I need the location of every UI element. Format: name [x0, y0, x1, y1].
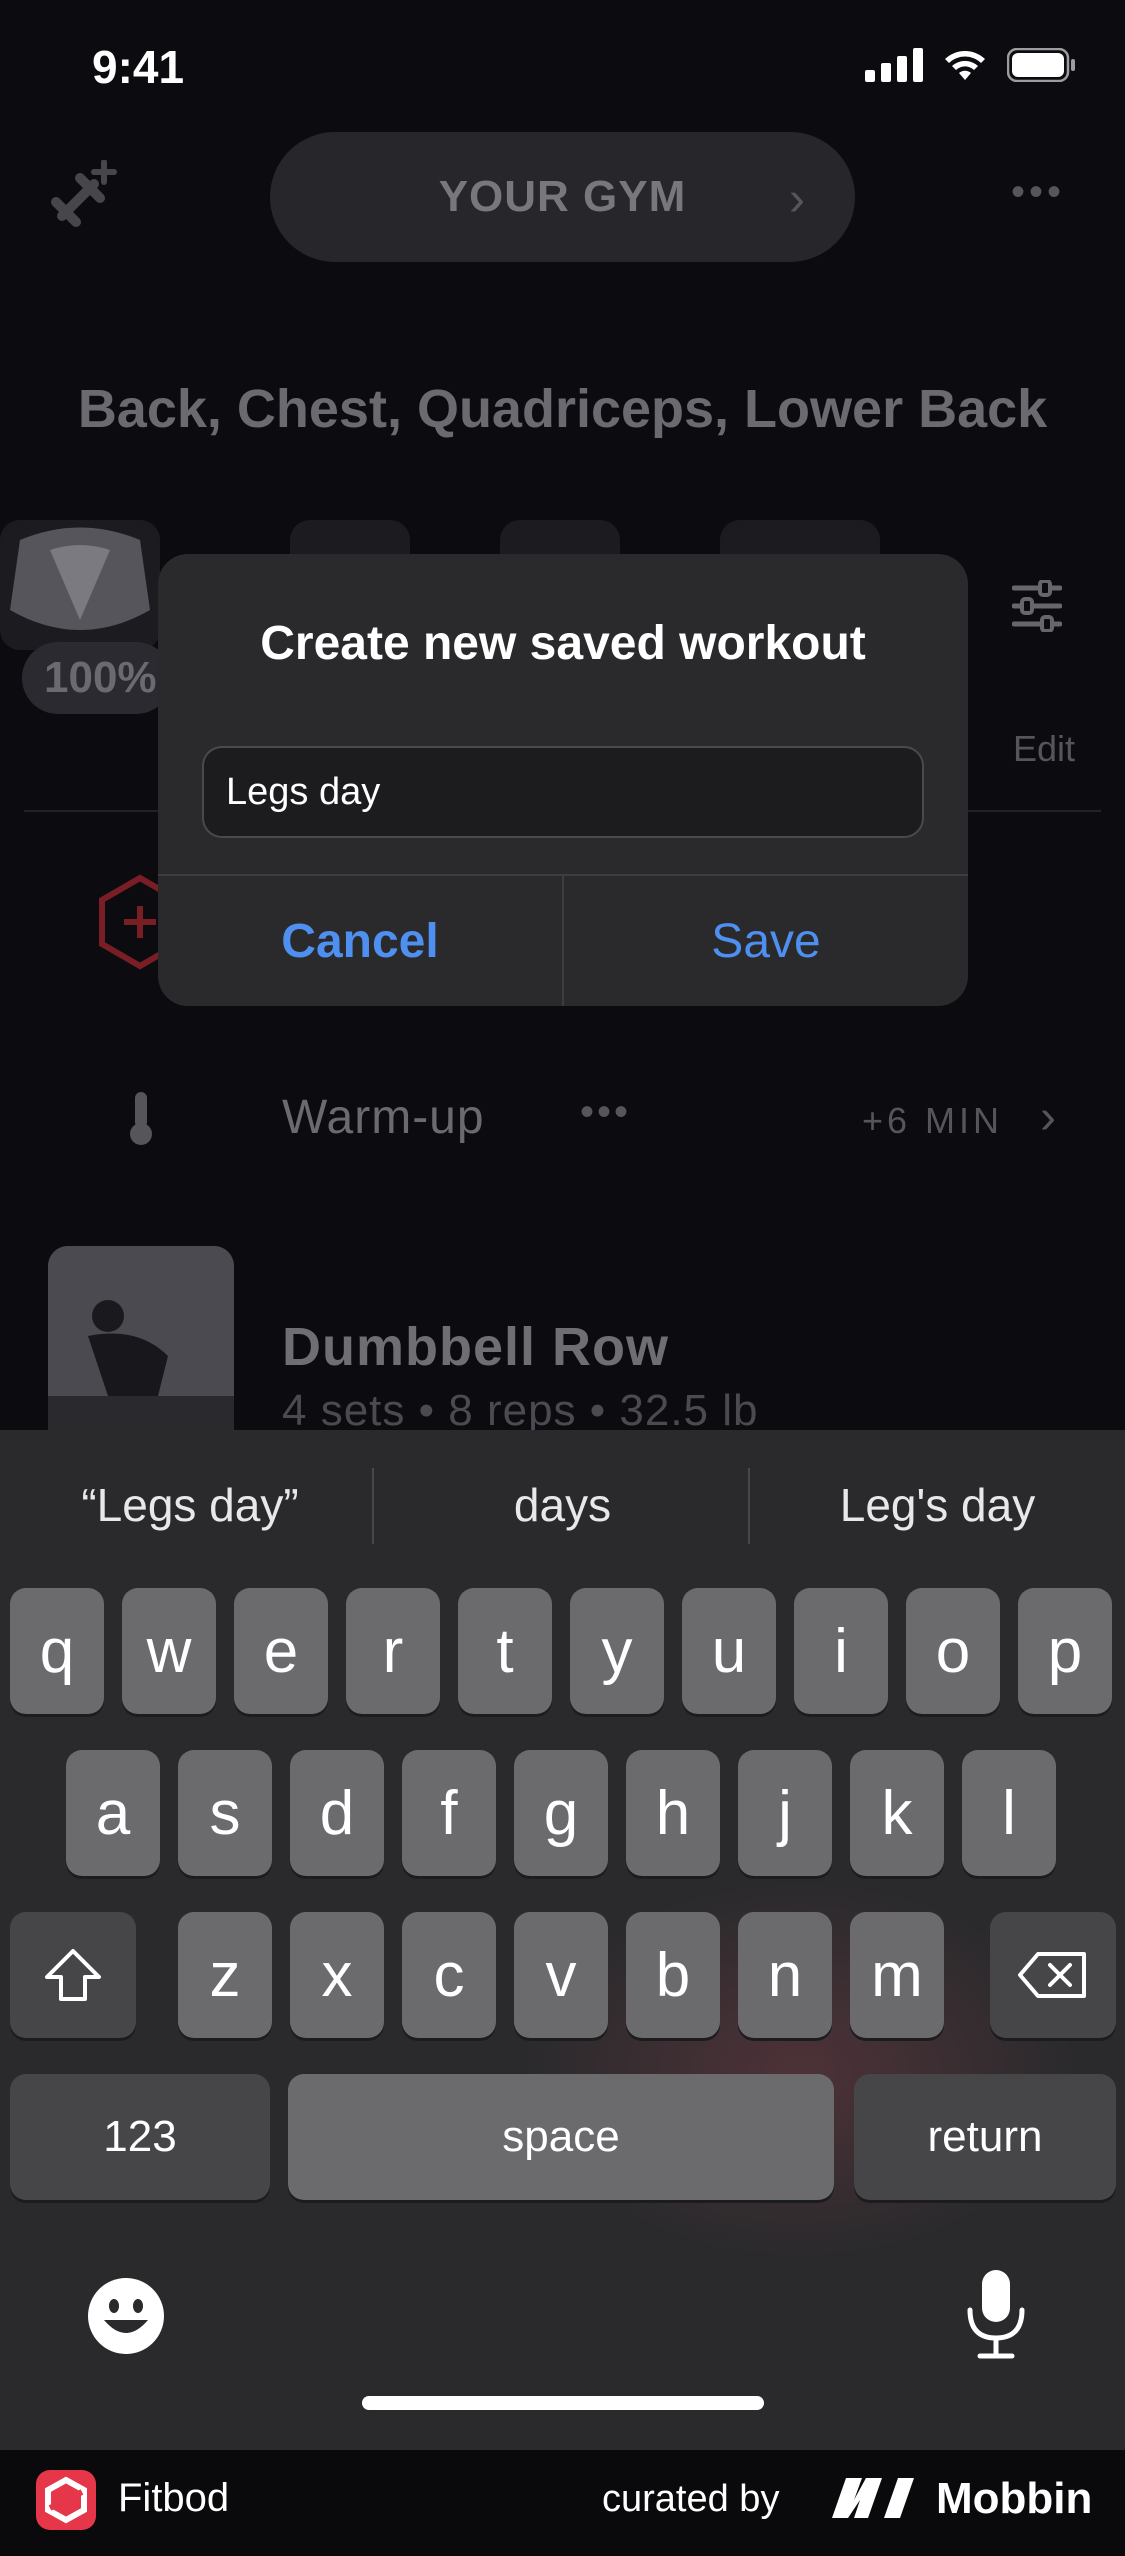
key-x[interactable]: x [290, 1912, 384, 2038]
curator-brand: Mobbin [936, 2474, 1093, 2523]
key-j[interactable]: j [738, 1750, 832, 1876]
save-workout-dialog: Create new saved workout Cancel Save [158, 554, 968, 1006]
key-f[interactable]: f [402, 1750, 496, 1876]
key-m[interactable]: m [850, 1912, 944, 2038]
microphone-icon[interactable] [964, 2268, 1028, 2360]
key-w[interactable]: w [122, 1588, 216, 1714]
home-indicator [362, 2396, 764, 2410]
battery-icon [1007, 48, 1075, 82]
shift-icon [45, 1949, 101, 2001]
key-l[interactable]: l [962, 1750, 1056, 1876]
key-r[interactable]: r [346, 1588, 440, 1714]
wifi-icon [945, 51, 985, 80]
status-icons [865, 48, 1077, 82]
cancel-button[interactable]: Cancel [158, 876, 562, 1006]
save-button[interactable]: Save [564, 876, 968, 1006]
target-muscles-title: Back, Chest, Quadriceps, Lower Back [77, 379, 1048, 439]
gym-label: YOUR GYM [438, 172, 687, 221]
exercise-thumbnail[interactable] [48, 1246, 234, 1446]
chevron-right-icon[interactable]: › [1040, 1090, 1056, 1145]
key-k[interactable]: k [850, 1750, 944, 1876]
exercise-name[interactable]: Dumbbell Row [282, 1316, 669, 1378]
key-z[interactable]: z [178, 1912, 272, 2038]
key-b[interactable]: b [626, 1912, 720, 2038]
gym-selector-button[interactable]: YOUR GYM › [270, 132, 855, 262]
fitbod-logo-icon [36, 2470, 96, 2530]
key-t[interactable]: t [458, 1588, 552, 1714]
return-key[interactable]: return [854, 2074, 1116, 2200]
dialog-title: Create new saved workout [260, 617, 866, 670]
key-y[interactable]: y [570, 1588, 664, 1714]
key-a[interactable]: a [66, 1750, 160, 1876]
more-options-icon[interactable]: ••• [1011, 170, 1065, 215]
suggestion-3[interactable]: Leg's day [775, 1470, 1100, 1540]
backspace-icon [1018, 1952, 1086, 1998]
warmup-label[interactable]: Warm-up [282, 1090, 485, 1145]
app-name: Fitbod [118, 2476, 230, 2520]
numbers-key[interactable]: 123 [10, 2074, 270, 2200]
exercise-detail: 4 sets • 8 reps • 32.5 lb [282, 1386, 759, 1435]
key-p[interactable]: p [1018, 1588, 1112, 1714]
key-n[interactable]: n [738, 1912, 832, 2038]
fitbod-hex-icon [45, 2476, 87, 2524]
chevron-right-icon: › [789, 173, 805, 226]
edit-button[interactable]: Edit [1013, 728, 1075, 770]
dumbbell-add-icon[interactable] [48, 160, 118, 230]
muscle-card-back[interactable] [0, 520, 160, 650]
curated-by-label: curated by [602, 2478, 780, 2520]
key-u[interactable]: u [682, 1588, 776, 1714]
shift-key[interactable] [10, 1912, 136, 2038]
suggestion-1[interactable]: “Legs day” [30, 1470, 350, 1540]
suggestion-divider [372, 1468, 374, 1544]
delete-key[interactable] [990, 1912, 1116, 2038]
filter-sliders-icon[interactable] [1012, 580, 1062, 632]
space-key[interactable]: space [288, 2074, 834, 2200]
thermometer-icon [130, 1092, 152, 1145]
key-e[interactable]: e [234, 1588, 328, 1714]
key-g[interactable]: g [514, 1750, 608, 1876]
key-c[interactable]: c [402, 1912, 496, 2038]
key-v[interactable]: v [514, 1912, 608, 2038]
key-s[interactable]: s [178, 1750, 272, 1876]
back-muscle-icon [10, 527, 150, 630]
key-h[interactable]: h [626, 1750, 720, 1876]
workout-name-input[interactable] [202, 746, 924, 838]
status-time: 9:41 [92, 41, 185, 93]
warmup-more-icon[interactable]: ••• [580, 1090, 631, 1135]
key-d[interactable]: d [290, 1750, 384, 1876]
exercise-photo [48, 1246, 234, 1446]
key-q[interactable]: q [10, 1588, 104, 1714]
recovery-percentage-badge: 100% [22, 642, 172, 714]
suggestion-divider [748, 1468, 750, 1544]
key-o[interactable]: o [906, 1588, 1000, 1714]
emoji-icon[interactable] [86, 2276, 166, 2356]
mobbin-logo-icon [832, 2478, 914, 2518]
warmup-duration: +6 MIN [862, 1100, 1004, 1141]
signal-icon [865, 48, 923, 82]
key-i[interactable]: i [794, 1588, 888, 1714]
suggestion-2[interactable]: days [400, 1470, 725, 1540]
